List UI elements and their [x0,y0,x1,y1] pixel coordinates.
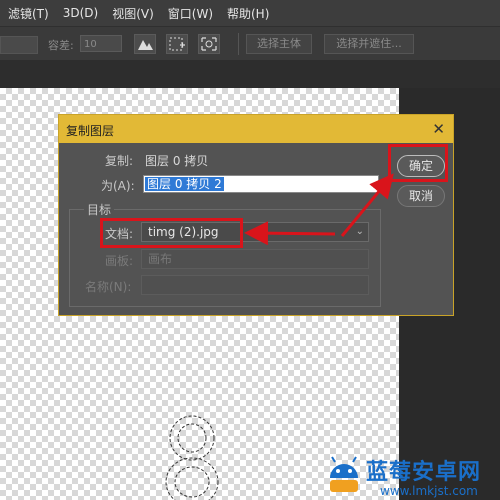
watermark: 蓝莓安卓网 www.lmkjst.com [320,446,500,500]
watermark-url: www.lmkjst.com [380,484,478,498]
arrow-to-ok [340,173,394,237]
watermark-title: 蓝莓安卓网 [366,460,482,485]
android-logo-icon [330,456,358,492]
arrow-to-document [244,221,336,246]
annotation-arrows [244,173,394,246]
